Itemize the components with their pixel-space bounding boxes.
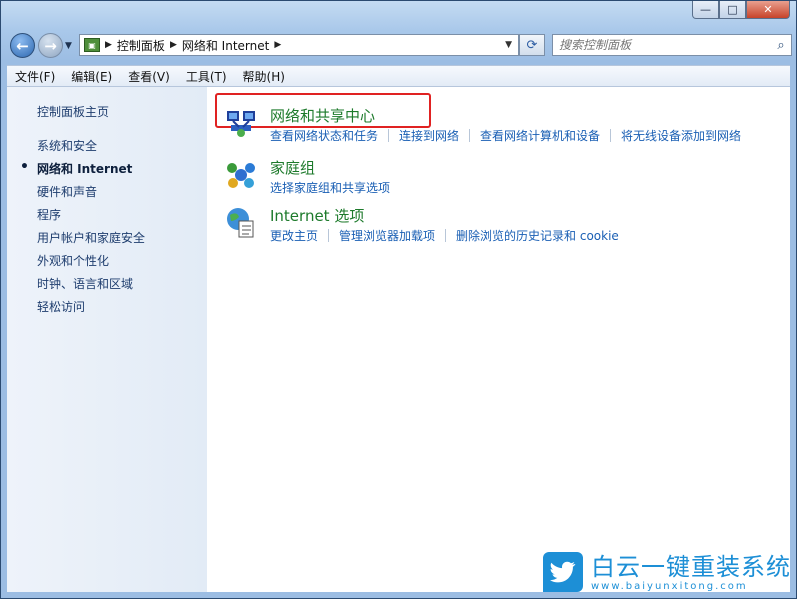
refresh-icon: ⟳ [526,37,538,53]
menu-edit[interactable]: 编辑(E) [63,68,120,85]
link-separator [610,129,612,142]
address-bar[interactable]: ▣ ▶ 控制面板 ▶ 网络和 Internet ▶ ▼ [79,34,519,56]
link-add-wireless-device[interactable]: 将无线设备添加到网络 [621,127,741,144]
menu-file[interactable]: 文件(F) [7,68,63,85]
forward-button[interactable]: → [38,33,63,58]
sidebar-item-user-accounts[interactable]: 用户帐户和家庭安全 [37,229,145,252]
sidebar: 控制面板主页 系统和安全 网络和 Internet 硬件和声音 程序 用户帐户和… [7,87,207,592]
control-panel-icon: ▣ [84,38,100,52]
breadcrumb-control-panel[interactable]: 控制面板 [117,37,165,54]
search-icon[interactable]: ⌕ [771,38,791,53]
internet-options-icon [227,208,254,238]
link-separator [328,229,330,242]
category-title-internet-options[interactable]: Internet 选项 [270,205,364,226]
breadcrumb-network-internet[interactable]: 网络和 Internet [182,37,269,54]
sidebar-item-network-internet[interactable]: 网络和 Internet [20,159,145,183]
link-homegroup-sharing-options[interactable]: 选择家庭组和共享选项 [270,179,390,196]
sidebar-item-appearance[interactable]: 外观和个性化 [37,252,145,275]
navigation-bar: ← → ▼ ▣ ▶ 控制面板 ▶ 网络和 Internet ▶ ▼ ⟳ ⌕ [7,31,792,61]
watermark-url: www.baiyunxitong.com [591,580,748,592]
breadcrumb-arrow-icon[interactable]: ▶ [105,40,112,50]
link-separator [445,229,447,242]
caption-buttons: — □ ✕ [692,1,790,19]
main-panel: 网络和共享中心 查看网络状态和任务 连接到网络 查看网络计算机和设备 将无线设备… [207,87,790,592]
arrow-right-icon: → [44,36,57,55]
maximize-button[interactable]: □ [719,1,746,19]
link-connect-to-network[interactable]: 连接到网络 [399,127,459,144]
watermark: 白云一键重装系统 www.baiyunxitong.com [543,549,793,595]
homegroup-icon [227,163,255,188]
minimize-button[interactable]: — [692,1,719,19]
link-separator [469,129,471,142]
sidebar-home-link[interactable]: 控制面板主页 [37,103,109,120]
breadcrumb-arrow-icon[interactable]: ▶ [274,40,281,50]
link-separator [388,129,390,142]
category-links-network-sharing: 查看网络状态和任务 连接到网络 查看网络计算机和设备 将无线设备添加到网络 [270,127,741,144]
address-dropdown-icon[interactable]: ▼ [505,40,512,50]
breadcrumb-arrow-icon[interactable]: ▶ [170,40,177,50]
link-view-network-status[interactable]: 查看网络状态和任务 [270,127,378,144]
menu-tools[interactable]: 工具(T) [178,68,235,85]
arrow-left-icon: ← [16,36,29,55]
category-links-homegroup: 选择家庭组和共享选项 [270,179,390,196]
sidebar-item-ease-of-access[interactable]: 轻松访问 [37,298,145,321]
control-panel-window: — □ ✕ ← → ▼ ▣ ▶ 控制面板 ▶ 网络和 Internet ▶ ▼ … [0,0,797,599]
sidebar-item-system-security[interactable]: 系统和安全 [37,137,145,160]
link-delete-browsing-history[interactable]: 删除浏览的历史记录和 cookie [456,227,619,244]
sidebar-category-list: 系统和安全 网络和 Internet 硬件和声音 程序 用户帐户和家庭安全 外观… [20,137,145,321]
sidebar-item-programs[interactable]: 程序 [37,206,145,229]
chevron-down-icon: ▼ [65,41,72,51]
link-change-homepage[interactable]: 更改主页 [270,227,318,244]
category-links-internet-options: 更改主页 管理浏览器加载项 删除浏览的历史记录和 cookie [270,227,619,244]
menu-bar: 文件(F) 编辑(E) 查看(V) 工具(T) 帮助(H) [7,65,790,87]
menu-view[interactable]: 查看(V) [120,68,178,85]
watermark-brand: 白云一键重装系统 [591,552,791,581]
category-title-homegroup[interactable]: 家庭组 [270,157,315,178]
back-button[interactable]: ← [10,33,35,58]
recent-pages-dropdown[interactable]: ▼ [65,41,72,51]
menu-help[interactable]: 帮助(H) [235,68,293,85]
content-area: 控制面板主页 系统和安全 网络和 Internet 硬件和声音 程序 用户帐户和… [7,87,790,592]
sidebar-item-hardware-sound[interactable]: 硬件和声音 [37,183,145,206]
watermark-text: 白云一键重装系统 www.baiyunxitong.com [591,553,791,592]
bird-logo-icon [543,552,583,592]
network-sharing-center-icon [227,111,255,137]
category-title-network-sharing[interactable]: 网络和共享中心 [270,105,375,126]
link-manage-add-ons[interactable]: 管理浏览器加载项 [339,227,435,244]
sidebar-item-clock-language[interactable]: 时钟、语言和区域 [37,275,145,298]
search-input[interactable] [553,37,771,53]
link-view-network-computers[interactable]: 查看网络计算机和设备 [480,127,600,144]
close-button[interactable]: ✕ [746,1,790,19]
refresh-button[interactable]: ⟳ [519,34,545,56]
search-box: ⌕ [552,34,792,56]
